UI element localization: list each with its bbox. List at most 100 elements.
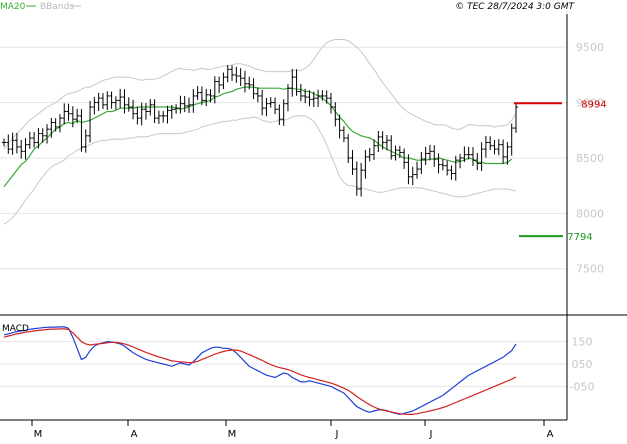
y-tick-label-9500: 9500 [576, 41, 604, 54]
ohlc-bar [195, 85, 200, 100]
support-label: 7794 [567, 232, 592, 243]
ohlc-bar [57, 114, 62, 133]
ohlc-bar [324, 90, 329, 104]
ohlc-bar [27, 131, 32, 149]
month-label-1: A [131, 429, 138, 440]
grid-layer: 95009000850080007500150050-050 [0, 41, 604, 393]
ohlc-bar [221, 72, 226, 90]
ohlc-bar [440, 159, 445, 171]
bollinger-bands [3, 39, 517, 225]
ohlc-bar [496, 139, 501, 156]
ohlc-bar [100, 93, 105, 110]
ohlc-bar [449, 165, 454, 180]
ohlc-bar [251, 78, 256, 100]
ohlc-bar [217, 76, 222, 94]
ohlc-bar [333, 102, 338, 127]
ohlc-bar [445, 160, 450, 176]
ohlc-bar [380, 131, 385, 150]
ohlc-bar [410, 166, 415, 186]
ohlc-bar [242, 70, 247, 93]
ohlc-bar [298, 83, 303, 102]
chart-svg: 95009000850080007500150050-050 89947794 … [0, 2, 627, 440]
ohlc-bar [492, 139, 497, 155]
ohlc-bar [191, 88, 196, 113]
price-bars [2, 65, 518, 197]
macd-line [3, 326, 517, 416]
bb-upper-line [3, 39, 517, 150]
ohlc-bar [36, 127, 41, 149]
ohlc-bar [470, 147, 475, 166]
ohlc-bar [453, 155, 458, 181]
ohlc-bar [62, 103, 67, 125]
month-label-0: M [34, 429, 43, 440]
ohlc-bar [92, 96, 97, 115]
ohlc-bar [514, 102, 518, 133]
macd-tick-label-1: 050 [572, 358, 593, 371]
ohlc-bar [156, 110, 161, 124]
month-label-5: A [547, 429, 554, 440]
ohlc-bar [230, 65, 235, 81]
ohlc-bar [389, 135, 394, 160]
legend-bbands-label: BBands [40, 2, 74, 12]
ohlc-bar [2, 138, 6, 147]
ohlc-bar [23, 138, 28, 160]
ohlc-bar [19, 139, 24, 159]
ohlc-bar [83, 129, 88, 153]
ohlc-bar [264, 97, 269, 117]
bb-lower-line [3, 115, 517, 225]
ohlc-bar [66, 103, 71, 121]
ohlc-bar [509, 123, 514, 156]
ohlc-bar [423, 146, 428, 166]
ohlc-bar [238, 68, 243, 86]
ohlc-bar [281, 99, 286, 126]
ohlc-bar [483, 135, 488, 158]
ohlc-bar [53, 118, 58, 132]
ohlc-bar [182, 96, 187, 113]
ohlc-bar [79, 109, 84, 152]
legend-ma20-label: MA20 [0, 2, 26, 12]
ohlc-bar [501, 139, 506, 164]
ohlc-bar [419, 151, 424, 175]
ohlc-bar [488, 136, 493, 151]
ohlc-bar [341, 126, 346, 143]
ohlc-bar [109, 91, 114, 109]
ohlc-bar [45, 124, 50, 144]
ohlc-bar [6, 134, 11, 154]
y-tick-label-7500: 7500 [576, 263, 604, 276]
ohlc-bar [346, 134, 351, 163]
ohlc-bar [350, 149, 355, 175]
ohlc-bar [367, 147, 372, 162]
ohlc-bar [479, 142, 484, 172]
ohlc-bar [376, 130, 381, 152]
ohlc-bar [118, 88, 123, 109]
macd-tick-label-0: 150 [572, 336, 593, 349]
ohlc-bar [316, 89, 321, 107]
ohlc-bar [212, 76, 217, 104]
ohlc-bar [32, 132, 37, 148]
ohlc-bar [139, 102, 144, 126]
macd-panel-title: MACD [2, 324, 29, 334]
ohlc-bar [294, 69, 299, 96]
ohlc-bar [290, 68, 295, 97]
month-label-4: J [429, 429, 433, 440]
ohlc-bar [178, 95, 183, 114]
ohlc-bar [88, 100, 93, 143]
ohlc-bar [436, 153, 441, 174]
ohlc-bar [273, 97, 278, 115]
stock-chart: 9500 9000 8500 8000 7500 150 050 -050 8994 7794 … [0, 0, 627, 440]
ohlc-bar [234, 66, 239, 83]
ohlc-bar [187, 97, 192, 114]
copyright-text: © TEC 28/7/2024 3:0 GMT [455, 2, 575, 12]
ohlc-bar [135, 106, 140, 125]
ohlc-bar [354, 161, 359, 196]
ohlc-bar [161, 111, 166, 123]
ohlc-bar [204, 88, 209, 107]
ohlc-bar [96, 92, 101, 112]
ohlc-bar [255, 87, 260, 103]
macd-layer [3, 326, 517, 416]
ohlc-bar [165, 105, 170, 124]
ohlc-bar [14, 132, 19, 154]
ohlc-bar [126, 97, 131, 112]
ohlc-bar [402, 148, 407, 169]
ohlc-bar [363, 149, 368, 179]
